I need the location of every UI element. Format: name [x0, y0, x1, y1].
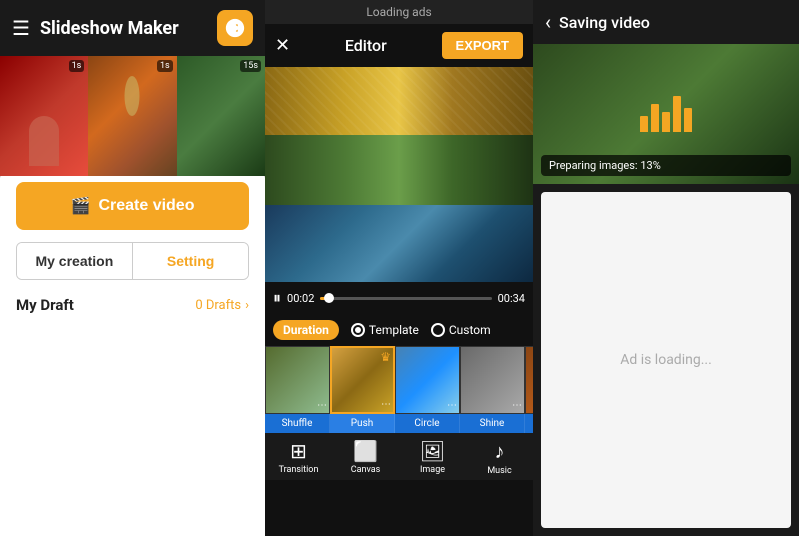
custom-label: Custom — [449, 323, 491, 337]
my-draft-label: My Draft — [16, 296, 74, 314]
tool-transition[interactable]: ⊞ Transition — [265, 439, 332, 476]
image-icon: 🖼 — [420, 439, 445, 463]
my-draft-row: My Draft 0 Drafts › — [16, 296, 249, 318]
template-radio[interactable]: Template — [351, 323, 419, 337]
shuffle-label: Shuffle — [282, 418, 313, 429]
hamburger-icon[interactable]: ☰ — [12, 16, 30, 40]
custom-radio[interactable]: Custom — [431, 323, 491, 337]
crown-icon: ♛ — [380, 350, 391, 364]
duration-badge-pill[interactable]: Duration — [273, 320, 339, 340]
my-creation-tab[interactable]: My creation — [17, 243, 132, 279]
time-start: 00:02 — [287, 292, 314, 305]
saving-preview: Preparing images: 13% — [533, 44, 799, 184]
app-logo — [217, 10, 253, 46]
pause-button[interactable]: ⏸ — [273, 288, 281, 308]
photo-item-1: 1s — [0, 56, 88, 176]
ads-loading-text: Loading ads — [366, 5, 431, 19]
draft-count-row[interactable]: 0 Drafts › — [195, 298, 249, 313]
bar-4 — [673, 96, 681, 132]
time-end: 00:34 — [498, 292, 525, 305]
progress-bar[interactable] — [320, 297, 491, 300]
close-icon[interactable]: ✕ — [275, 35, 290, 56]
music-icon: ♪ — [495, 439, 505, 464]
chevron-right-icon: › — [245, 298, 249, 313]
center-panel: Loading ads ✕ Editor EXPORT ⏸ 00:02 00:3… — [265, 0, 533, 536]
back-icon[interactable]: ‹ — [545, 10, 551, 34]
transition-icon: ⊞ — [290, 439, 307, 463]
frame-bottom — [265, 205, 533, 282]
saving-progress-overlay: Preparing images: 13% — [541, 155, 791, 176]
film-item-4[interactable]: ⋯ — [460, 346, 525, 414]
editor-title: Editor — [345, 36, 387, 55]
duration-controls: Duration Template Custom — [265, 314, 533, 346]
photo-item-3: 15s — [177, 56, 265, 176]
frame-mid — [265, 135, 533, 209]
ads-bar: Loading ads — [265, 0, 533, 24]
transition-shine[interactable]: Shine — [460, 414, 525, 433]
export-button[interactable]: EXPORT — [442, 32, 523, 59]
transition-dots-2: ⋯ — [381, 399, 391, 410]
transition-circle[interactable]: Circle — [395, 414, 460, 433]
logo-icon — [224, 17, 246, 39]
push-label: Push — [351, 418, 374, 429]
photo-item-2: 1s — [88, 56, 176, 176]
draft-count-value: 0 Drafts — [195, 298, 241, 313]
frame-top — [265, 67, 533, 139]
bar-3 — [662, 112, 670, 132]
playback-controls: ⏸ 00:02 00:34 — [265, 282, 533, 314]
transition-dots-4: ⋯ — [512, 400, 522, 411]
tool-music[interactable]: ♪ Music — [466, 439, 533, 476]
film-item-2[interactable]: ♛ ⋯ — [330, 346, 395, 414]
tab-buttons: My creation Setting — [16, 242, 249, 280]
setting-tab[interactable]: Setting — [133, 243, 248, 279]
transition-buttons: Shuffle Push Circle Shine — [265, 414, 533, 433]
shine-label: Shine — [480, 418, 505, 429]
saving-title: Saving video — [559, 13, 650, 32]
film-item-5[interactable] — [525, 346, 533, 414]
create-video-button[interactable]: 🎬 Create video — [16, 182, 249, 230]
filmstrip[interactable]: ⋯ ♛ ⋯ ⋯ ⋯ — [265, 346, 533, 414]
template-label: Template — [369, 323, 419, 337]
music-tool-label: Music — [487, 466, 511, 476]
image-tool-label: Image — [420, 465, 445, 475]
saving-progress-text: Preparing images: 13% — [549, 159, 661, 172]
transition-push[interactable]: Push — [330, 414, 395, 433]
video-preview — [265, 67, 533, 282]
create-video-label: Create video — [98, 197, 194, 215]
left-panel: ☰ Slideshow Maker 1s 1s 15s 🎬 Create vid… — [0, 0, 265, 536]
action-area: 🎬 Create video My creation Setting My Dr… — [0, 166, 265, 536]
custom-radio-circle — [431, 323, 445, 337]
transition-shuffle[interactable]: Shuffle — [265, 414, 330, 433]
tool-image[interactable]: 🖼 Image — [399, 439, 466, 476]
bar-chart-icon — [640, 96, 692, 132]
duration-badge-1: 1s — [69, 60, 85, 72]
transition-dots-1: ⋯ — [317, 400, 327, 411]
film-item-3[interactable]: ⋯ — [395, 346, 460, 414]
bar-2 — [651, 104, 659, 132]
transition-dots-3: ⋯ — [447, 400, 457, 411]
film-item-1[interactable]: ⋯ — [265, 346, 330, 414]
app-header: ☰ Slideshow Maker — [0, 0, 265, 56]
bar-1 — [640, 116, 648, 132]
template-radio-circle — [351, 323, 365, 337]
editor-header: ✕ Editor EXPORT — [265, 24, 533, 67]
bottom-toolbar: ⊞ Transition ⬜ Canvas 🖼 Image ♪ Music — [265, 433, 533, 480]
duration-badge-2: 1s — [157, 60, 173, 72]
progress-dot — [324, 293, 334, 303]
app-title: Slideshow Maker — [40, 18, 217, 39]
transition-tool-label: Transition — [279, 465, 319, 475]
right-panel: ‹ Saving video Preparing images: 13% Ad … — [533, 0, 799, 536]
saving-header: ‹ Saving video — [533, 0, 799, 44]
canvas-icon: ⬜ — [353, 439, 378, 463]
canvas-tool-label: Canvas — [351, 465, 381, 475]
clapperboard-icon: 🎬 — [71, 196, 91, 216]
ad-container: Ad is loading... — [541, 192, 791, 528]
tool-canvas[interactable]: ⬜ Canvas — [332, 439, 399, 476]
bar-5 — [684, 108, 692, 132]
circle-label: Circle — [414, 418, 439, 429]
photo-strip: 1s 1s 15s — [0, 56, 265, 176]
ad-loading-text: Ad is loading... — [620, 352, 712, 368]
duration-badge-3: 15s — [240, 60, 261, 72]
